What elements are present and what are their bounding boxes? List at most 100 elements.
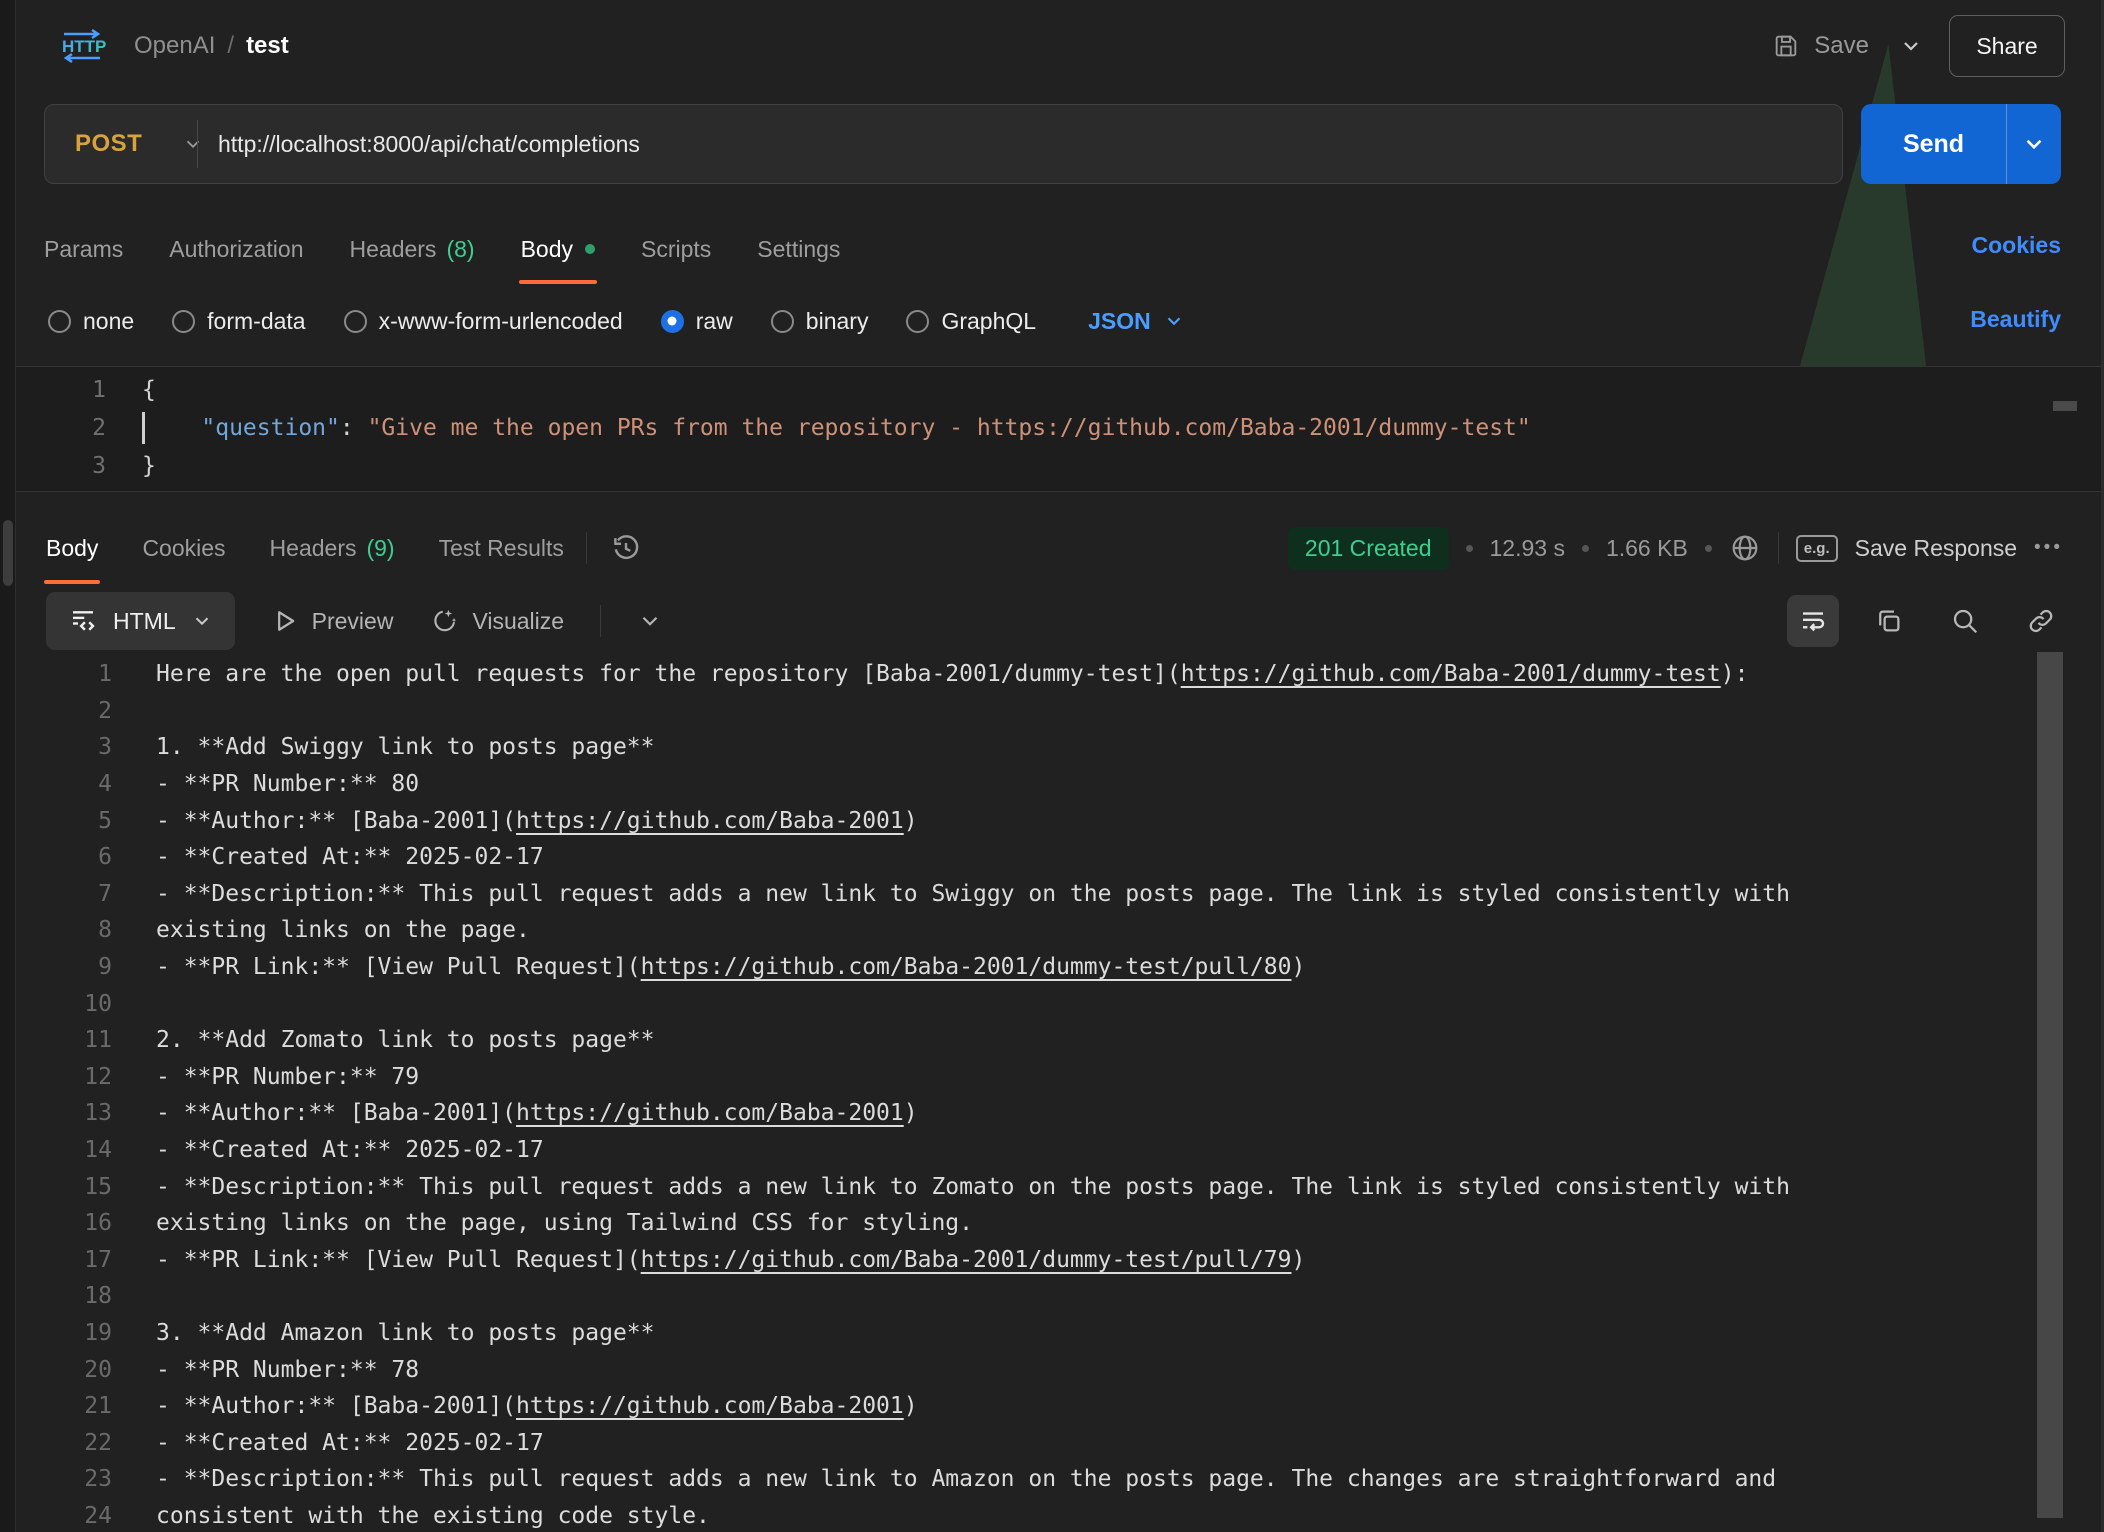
response-link[interactable]: https://github.com/Baba-2001 xyxy=(516,1100,904,1126)
request-tab-headers[interactable]: Headers (8) xyxy=(350,214,475,284)
response-line: 4- **PR Number:** 80 xyxy=(16,766,2031,803)
tab-label: Headers xyxy=(350,236,437,263)
save-response-button[interactable]: Save Response xyxy=(1855,535,2017,562)
response-line: 13- **Author:** [Baba-2001](https://gith… xyxy=(16,1095,2031,1132)
response-line: 5- **Author:** [Baba-2001](https://githu… xyxy=(16,802,2031,839)
divider xyxy=(586,532,587,564)
response-link[interactable]: https://github.com/Baba-2001/dummy-test/… xyxy=(641,1247,1292,1273)
cookies-link[interactable]: Cookies xyxy=(1972,232,2061,259)
response-more-menu[interactable]: ••• xyxy=(2034,537,2063,559)
request-tab-params[interactable]: Params xyxy=(44,214,123,284)
response-line-number: 3 xyxy=(16,734,112,760)
radio-icon xyxy=(771,310,794,333)
editor-scrollbar-thumb[interactable] xyxy=(2053,401,2077,411)
response-time[interactable]: 12.93 s xyxy=(1490,535,1565,562)
response-line-number: 21 xyxy=(16,1393,112,1419)
method-selector[interactable]: POST xyxy=(45,130,197,158)
request-tabs: Params Authorization Headers (8) Body Scripts… xyxy=(44,214,840,284)
request-tab-scripts[interactable]: Scripts xyxy=(641,214,711,284)
beautify-link[interactable]: Beautify xyxy=(1970,306,2061,333)
preview-button[interactable]: Preview xyxy=(271,607,394,635)
request-tab-authorization[interactable]: Authorization xyxy=(169,214,303,284)
request-tab-settings[interactable]: Settings xyxy=(757,214,840,284)
response-line-number: 16 xyxy=(16,1210,112,1236)
tab-count-badge: (8) xyxy=(446,236,474,263)
response-line: 12- **PR Number:** 79 xyxy=(16,1059,2031,1096)
tab-label: Authorization xyxy=(169,236,303,263)
left-rail-scroll-indicator[interactable] xyxy=(3,520,13,586)
tab-label: Test Results xyxy=(439,535,564,562)
response-scrollbar[interactable] xyxy=(2037,652,2063,1532)
response-line: 15- **Description:** This pull request a… xyxy=(16,1168,2031,1205)
search-button[interactable] xyxy=(1939,595,1991,647)
response-line-text: - **Author:** [Baba-2001](https://github… xyxy=(156,1100,918,1126)
request-tab-body[interactable]: Body xyxy=(521,214,595,284)
send-options-chevron[interactable] xyxy=(2007,104,2061,184)
editor-token: "question" xyxy=(201,415,339,441)
history-icon[interactable] xyxy=(609,531,643,565)
share-button[interactable]: Share xyxy=(1949,15,2065,77)
link-button[interactable] xyxy=(2015,595,2067,647)
language-chevron-icon xyxy=(1163,310,1185,332)
body-mode-x-www-form-urlencoded[interactable]: x-www-form-urlencoded xyxy=(344,308,623,335)
copy-button[interactable] xyxy=(1863,595,1915,647)
response-format-selector[interactable]: HTML xyxy=(46,592,235,650)
body-mode-none[interactable]: none xyxy=(48,308,134,335)
response-tab-headers[interactable]: Headers(9) xyxy=(270,512,395,584)
breadcrumb-collection[interactable]: OpenAI xyxy=(134,32,215,60)
save-button[interactable]: Save xyxy=(1772,32,1869,60)
response-size[interactable]: 1.66 KB xyxy=(1606,535,1688,562)
response-line-text: - **Author:** [Baba-2001](https://github… xyxy=(156,1393,918,1419)
breadcrumb-request-name[interactable]: test xyxy=(246,32,289,60)
response-tab-test-results[interactable]: Test Results xyxy=(439,512,564,584)
response-line-number: 15 xyxy=(16,1174,112,1200)
response-link[interactable]: https://github.com/Baba-2001/dummy-test/… xyxy=(641,954,1292,980)
breadcrumb-separator: / xyxy=(227,32,234,60)
radio-icon xyxy=(661,310,684,333)
radio-icon xyxy=(172,310,195,333)
response-line: 16existing links on the page, using Tail… xyxy=(16,1205,2031,1242)
network-globe-icon[interactable] xyxy=(1729,532,1761,564)
divider xyxy=(1778,532,1779,564)
response-line: 17- **PR Link:** [View Pull Request](htt… xyxy=(16,1242,2031,1279)
response-link[interactable]: https://github.com/Baba-2001 xyxy=(516,808,904,834)
send-button[interactable]: Send xyxy=(1861,104,2007,184)
editor-line[interactable]: 1{ xyxy=(16,371,2101,409)
response-tab-cookies[interactable]: Cookies xyxy=(142,512,225,584)
editor-line-content: { xyxy=(142,377,156,403)
body-mode-form-data[interactable]: form-data xyxy=(172,308,305,335)
request-body-editor[interactable]: 1{2 "question": "Give me the open PRs fr… xyxy=(16,366,2101,492)
toolbar-chevron-icon[interactable] xyxy=(637,608,663,634)
response-body[interactable]: 1Here are the open pull requests for the… xyxy=(16,656,2031,1532)
radio-label: raw xyxy=(696,308,733,335)
editor-line-content: } xyxy=(142,453,156,479)
example-icon: e.g. xyxy=(1796,535,1838,562)
status-badge[interactable]: 201 Created xyxy=(1288,527,1449,570)
radio-icon xyxy=(906,310,929,333)
save-options-chevron-icon[interactable] xyxy=(1899,34,1923,58)
body-mode-binary[interactable]: binary xyxy=(771,308,869,335)
response-line: 112. **Add Zomato link to posts page** xyxy=(16,1022,2031,1059)
response-line: 20- **PR Number:** 78 xyxy=(16,1351,2031,1388)
response-scrollbar-thumb[interactable] xyxy=(2037,652,2063,1518)
editor-line[interactable]: 3} xyxy=(16,447,2101,485)
visualize-button[interactable]: Visualize xyxy=(429,606,564,636)
response-line-number: 17 xyxy=(16,1247,112,1273)
wrap-text-button[interactable] xyxy=(1787,595,1839,647)
modified-dot-indicator xyxy=(585,244,595,254)
response-tab-body[interactable]: Body xyxy=(46,512,98,584)
response-line: 18 xyxy=(16,1278,2031,1315)
url-input[interactable] xyxy=(198,105,1842,183)
editor-line[interactable]: 2 "question": "Give me the open PRs from… xyxy=(16,409,2101,447)
response-line: 10 xyxy=(16,985,2031,1022)
body-mode-raw[interactable]: raw xyxy=(661,308,733,335)
http-request-icon: HTTP xyxy=(58,24,106,68)
svg-text:HTTP: HTTP xyxy=(62,37,106,56)
body-mode-graphql[interactable]: GraphQL xyxy=(906,308,1036,335)
response-line-number: 4 xyxy=(16,771,112,797)
response-status-group: 201 Created 12.93 s 1.66 KB e.g. Save Re… xyxy=(1288,512,2101,584)
response-link[interactable]: https://github.com/Baba-2001 xyxy=(516,1393,904,1419)
radio-icon xyxy=(48,310,71,333)
language-selector[interactable]: JSON xyxy=(1088,308,1185,335)
response-link[interactable]: https://github.com/Baba-2001/dummy-test xyxy=(1181,661,1721,687)
